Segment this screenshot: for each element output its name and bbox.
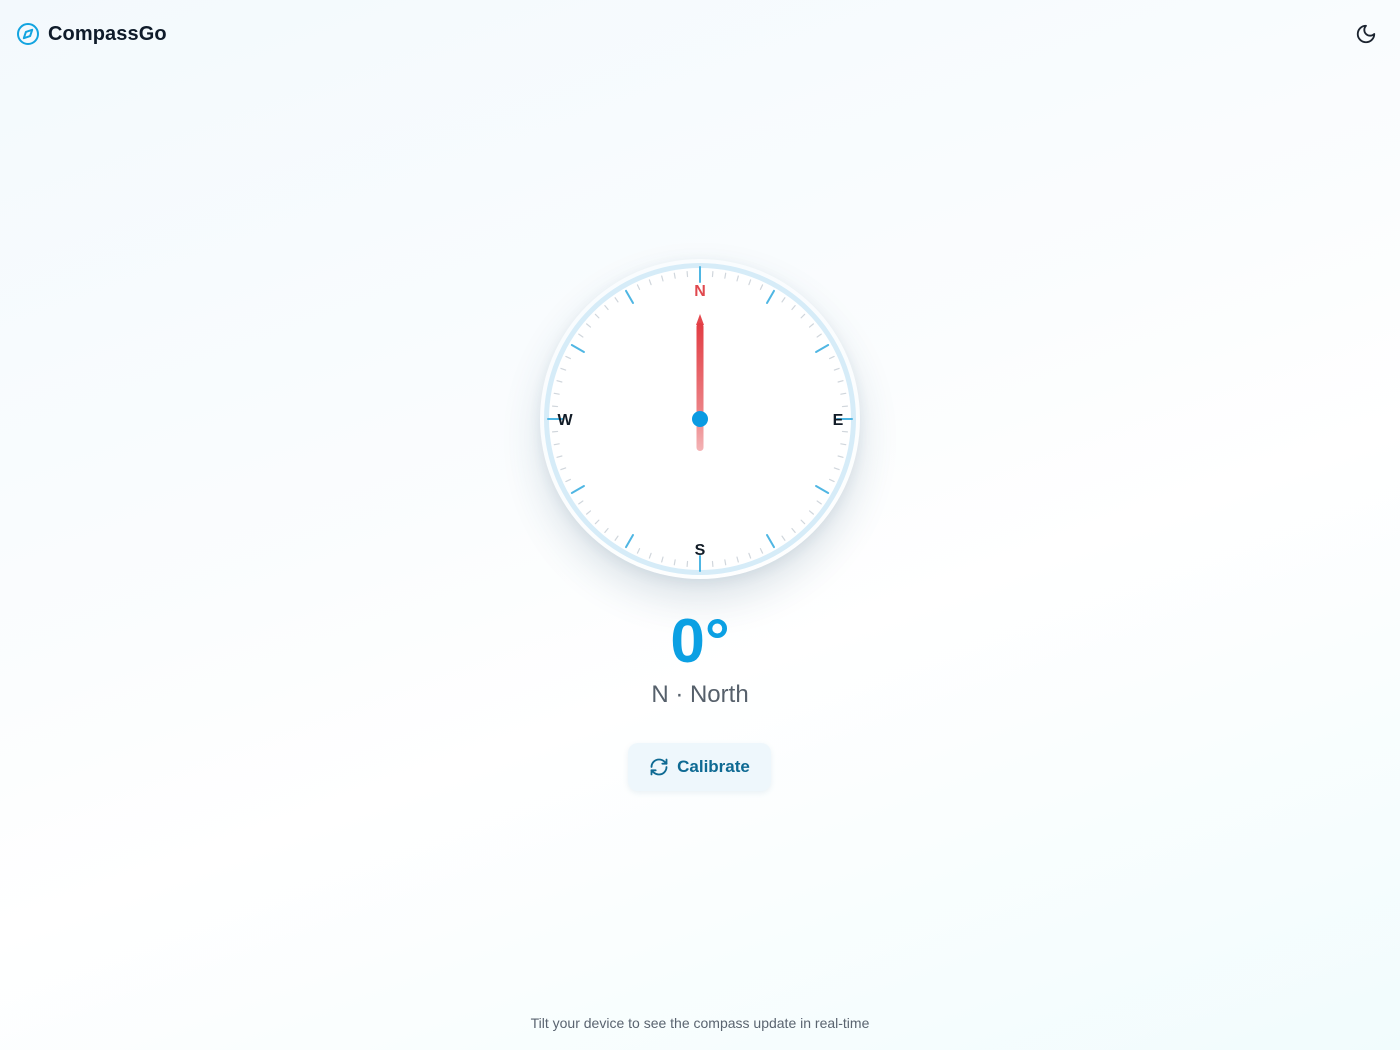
calibrate-label: Calibrate	[677, 757, 750, 776]
calibrate-button[interactable]: Calibrate	[628, 743, 771, 791]
app-header: CompassGo	[0, 0, 1400, 68]
compass-dial: N E S W	[540, 259, 860, 579]
compass-icon	[16, 22, 40, 46]
app-name: CompassGo	[48, 22, 167, 45]
needle-body	[696, 323, 704, 451]
cardinal-east: E	[833, 412, 844, 429]
brand[interactable]: CompassGo	[16, 22, 167, 46]
heading-degrees: 0°	[670, 607, 730, 676]
theme-toggle-button[interactable]	[1350, 18, 1382, 50]
heading-direction: N · North	[651, 681, 749, 708]
refresh-icon	[649, 757, 669, 777]
minor-tick	[724, 272, 727, 279]
compass-needle	[696, 314, 704, 451]
compass-svg: N E S W	[544, 263, 856, 575]
cardinal-west: W	[557, 412, 573, 429]
footer-hint: Tilt your device to see the compass upda…	[530, 1015, 870, 1031]
minor-tick	[840, 392, 847, 395]
minor-tick	[673, 272, 676, 279]
moon-icon	[1355, 23, 1377, 45]
minor-tick	[553, 392, 560, 395]
cardinal-north: N	[694, 283, 706, 300]
minor-tick	[724, 559, 727, 566]
cardinal-south: S	[695, 542, 706, 559]
minor-tick	[553, 443, 560, 446]
minor-tick	[840, 443, 847, 446]
needle-center-dot	[692, 411, 708, 427]
minor-tick	[673, 559, 676, 566]
